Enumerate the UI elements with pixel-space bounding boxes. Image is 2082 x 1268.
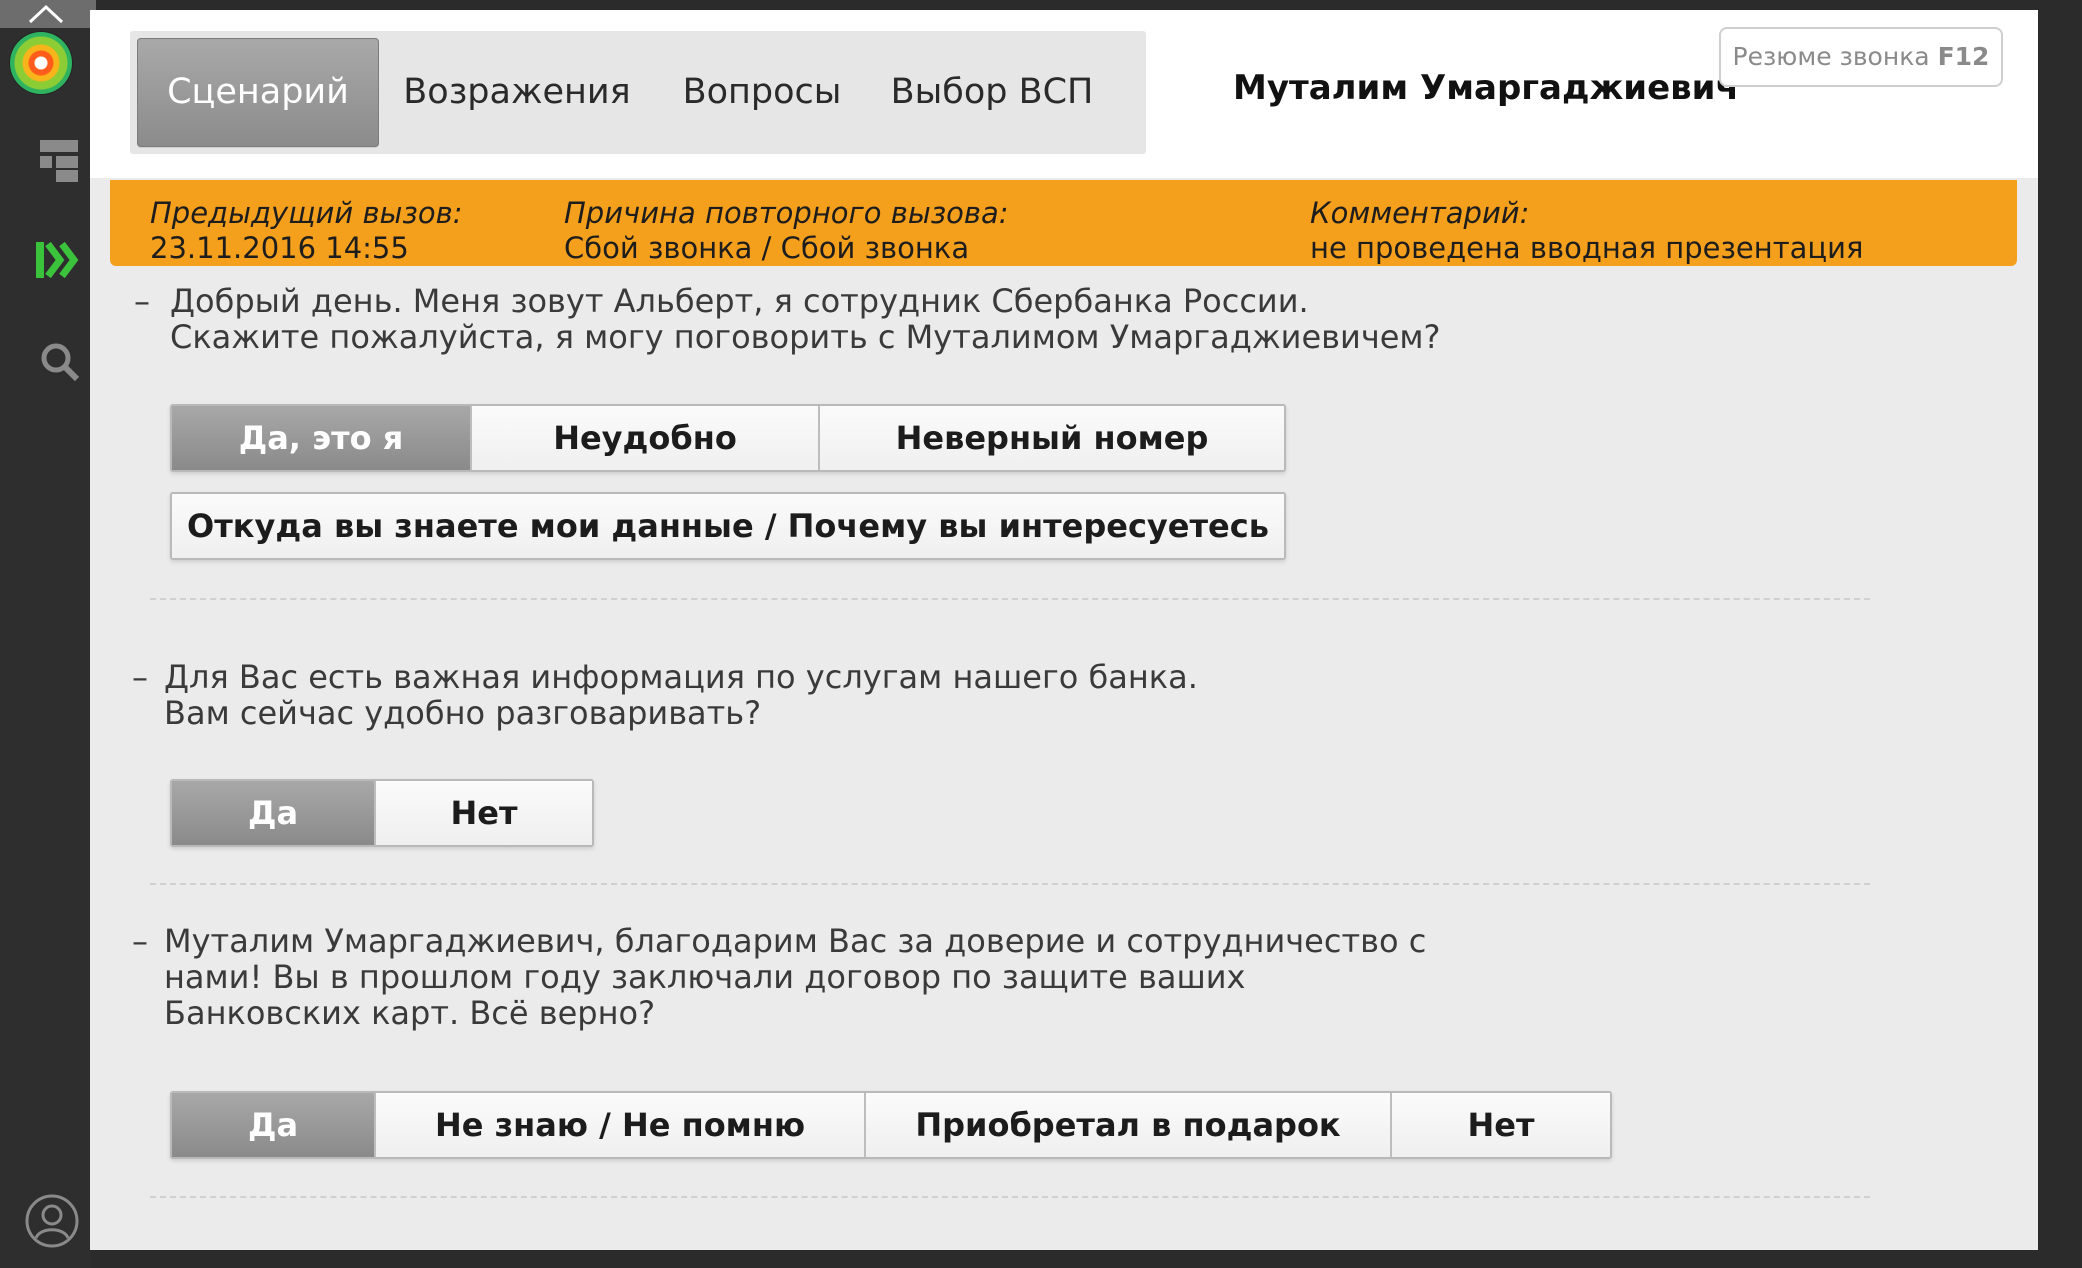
app-logo-icon[interactable] — [10, 32, 72, 94]
header: Сценарий Возражения Вопросы Выбор ВСП Му… — [90, 10, 2038, 178]
answer-group-convenient: Да Нет — [170, 779, 594, 847]
collapse-button[interactable] — [0, 0, 96, 28]
answer-yes-its-me-button[interactable]: Да, это я — [172, 406, 472, 470]
script-phrase-important-info: – Для Вас есть важная информация по услу… — [132, 658, 1198, 732]
phrase-line: Добрый день. Меня зовут Альберт, я сотру… — [170, 282, 1309, 320]
answer-yes-button[interactable]: Да — [172, 781, 376, 845]
client-name: Муталим Умаргаджиевич — [1233, 68, 1739, 108]
chevron-up-icon — [28, 4, 64, 24]
call-summary-label: Резюме звонка — [1732, 42, 1930, 71]
phrase-line: Скажите пожалуйста, я могу поговорить с … — [170, 318, 1441, 356]
answer-inconvenient-button[interactable]: Неудобно — [472, 406, 820, 470]
dashboard-icon[interactable] — [20, 140, 100, 182]
call-summary-hotkey: F12 — [1937, 42, 1990, 71]
tab-bar: Сценарий Возражения Вопросы Выбор ВСП — [130, 31, 1146, 154]
answer-dont-know-button[interactable]: Не знаю / Не помню — [376, 1093, 866, 1157]
answer-how-know-my-data-button[interactable]: Откуда вы знаете мои данные / Почему вы … — [172, 494, 1284, 558]
phrase-line: Банковских карт. Всё верно? — [164, 994, 656, 1032]
answer-group-card-protection: Да Не знаю / Не помню Приобретал в подар… — [170, 1091, 1612, 1159]
previous-call-label: Предыдущий вызов: — [150, 196, 463, 230]
phrase-line: нами! Вы в прошлом году заключали догово… — [164, 958, 1246, 996]
left-sidebar — [0, 0, 96, 1268]
previous-call-block: Предыдущий вызов: 23.11.2016 14:55 — [150, 196, 462, 266]
script-phrase-greeting: – Добрый день. Меня зовут Альберт, я сот… — [134, 282, 1441, 356]
answer-no-button[interactable]: Нет — [1392, 1093, 1610, 1157]
section-divider — [150, 883, 1870, 885]
main-panel: Сценарий Возражения Вопросы Выбор ВСП Му… — [90, 10, 2038, 1250]
answer-group-greeting-1: Да, это я Неудобно Неверный номер — [170, 404, 1286, 472]
phrase-dash: – — [132, 658, 148, 696]
section-divider — [150, 598, 1870, 600]
answer-wrong-number-button[interactable]: Неверный номер — [820, 406, 1284, 470]
answer-bought-as-gift-button[interactable]: Приобретал в подарок — [866, 1093, 1392, 1157]
tab-objections[interactable]: Возражения — [392, 31, 642, 154]
script-phrase-card-protection: – Муталим Умаргаджиевич, благодарим Вас … — [132, 922, 1427, 1032]
user-profile-icon[interactable] — [12, 1193, 92, 1249]
comment-block: Комментарий: не проведена вводная презен… — [1310, 196, 1863, 266]
previous-call-info-bar: Предыдущий вызов: 23.11.2016 14:55 Причи… — [110, 180, 2017, 266]
tab-scenario[interactable]: Сценарий — [137, 38, 379, 147]
phrase-dash: – — [132, 922, 148, 960]
tab-questions[interactable]: Вопросы — [662, 31, 862, 154]
tab-vsp-choice[interactable]: Выбор ВСП — [882, 31, 1102, 154]
phrase-line: Для Вас есть важная информация по услуга… — [164, 658, 1198, 696]
repeat-reason-label: Причина повторного вызова: — [564, 196, 1009, 230]
call-summary-button[interactable]: Резюме звонка F12 — [1719, 27, 2003, 87]
search-icon[interactable] — [20, 342, 100, 382]
comment-label: Комментарий: — [1310, 196, 1530, 230]
answer-yes-button[interactable]: Да — [172, 1093, 376, 1157]
previous-call-value: 23.11.2016 14:55 — [150, 231, 409, 265]
answer-group-greeting-2: Откуда вы знаете мои данные / Почему вы … — [170, 492, 1286, 560]
phrase-line: Муталим Умаргаджиевич, благодарим Вас за… — [164, 922, 1427, 960]
answer-no-button[interactable]: Нет — [376, 781, 592, 845]
script-arrows-icon[interactable] — [18, 240, 98, 280]
section-divider — [150, 1196, 1870, 1198]
repeat-reason-block: Причина повторного вызова: Сбой звонка /… — [564, 196, 1009, 266]
phrase-line: Вам сейчас удобно разговаривать? — [164, 694, 762, 732]
phrase-dash: – — [134, 282, 150, 320]
comment-value: не проведена вводная презентация — [1310, 231, 1864, 265]
repeat-reason-value: Сбой звонка / Сбой звонка — [564, 231, 970, 265]
